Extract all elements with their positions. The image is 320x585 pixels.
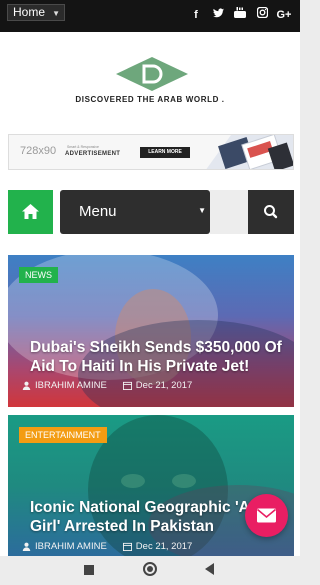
contact-fab-button[interactable]	[245, 494, 288, 537]
home-circle-icon[interactable]	[143, 562, 157, 576]
article-title[interactable]: Dubai's Sheikh Sends $350,000 Of Aid To …	[30, 338, 288, 376]
article-author[interactable]: IBRAHIM AMINE	[35, 380, 107, 391]
home-button[interactable]	[8, 190, 53, 234]
google-plus-icon[interactable]: G+	[273, 6, 295, 24]
twitter-icon[interactable]	[207, 6, 229, 24]
recents-icon[interactable]	[84, 565, 94, 575]
article-meta: IBRAHIM AMINE Dec 21, 2017	[22, 541, 192, 552]
category-badge[interactable]: ENTERTAINMENT	[19, 427, 107, 443]
ad-learn-more-button[interactable]: LEARN MORE	[140, 147, 190, 158]
youtube-icon[interactable]	[229, 6, 251, 24]
calendar-icon	[122, 381, 132, 390]
home-select[interactable]: Home ▼	[7, 4, 65, 21]
article-meta: IBRAHIM AMINE Dec 21, 2017	[22, 380, 192, 391]
home-icon	[22, 204, 39, 219]
category-badge[interactable]: NEWS	[19, 267, 58, 283]
envelope-icon	[256, 508, 277, 523]
logo-tagline: DISCOVERED THE ARAB WORLD .	[75, 95, 225, 104]
user-icon	[22, 542, 31, 551]
chevron-down-icon: ▼	[52, 9, 60, 18]
article-card[interactable]: NEWS Dubai's Sheikh Sends $350,000 Of Ai…	[8, 255, 294, 407]
social-links: f G+	[185, 6, 295, 24]
calendar-icon	[122, 542, 132, 551]
site-logo[interactable]: DISCOVERED THE ARAB WORLD .	[65, 57, 235, 107]
search-button[interactable]	[248, 190, 294, 234]
ad-label: ADVERTISEMENT	[65, 151, 121, 157]
home-select-label: Home	[13, 5, 46, 19]
user-icon	[22, 381, 31, 390]
chevron-down-icon: ▼	[198, 206, 206, 215]
menu-label: Menu	[79, 203, 117, 220]
back-icon[interactable]	[205, 563, 214, 575]
ad-banner[interactable]: 728x90 Smart & Responsive ADVERTISEMENT …	[8, 134, 294, 170]
instagram-icon[interactable]	[251, 6, 273, 24]
ad-devices-image	[206, 135, 293, 169]
logo-mark-icon	[116, 57, 188, 91]
search-icon	[264, 205, 278, 219]
article-author[interactable]: IBRAHIM AMINE	[35, 541, 107, 552]
menu-select[interactable]: Menu ▼	[60, 190, 210, 234]
article-date: Dec 21, 2017	[135, 541, 193, 552]
facebook-icon[interactable]: f	[185, 6, 207, 24]
system-nav-bar	[0, 556, 300, 585]
ad-small-text: Smart & Responsive	[67, 145, 99, 149]
ad-size: 728x90	[20, 145, 57, 157]
article-date: Dec 21, 2017	[135, 380, 193, 391]
top-bar: Home ▼ f G+	[0, 0, 300, 32]
nav-spacer	[210, 190, 248, 234]
